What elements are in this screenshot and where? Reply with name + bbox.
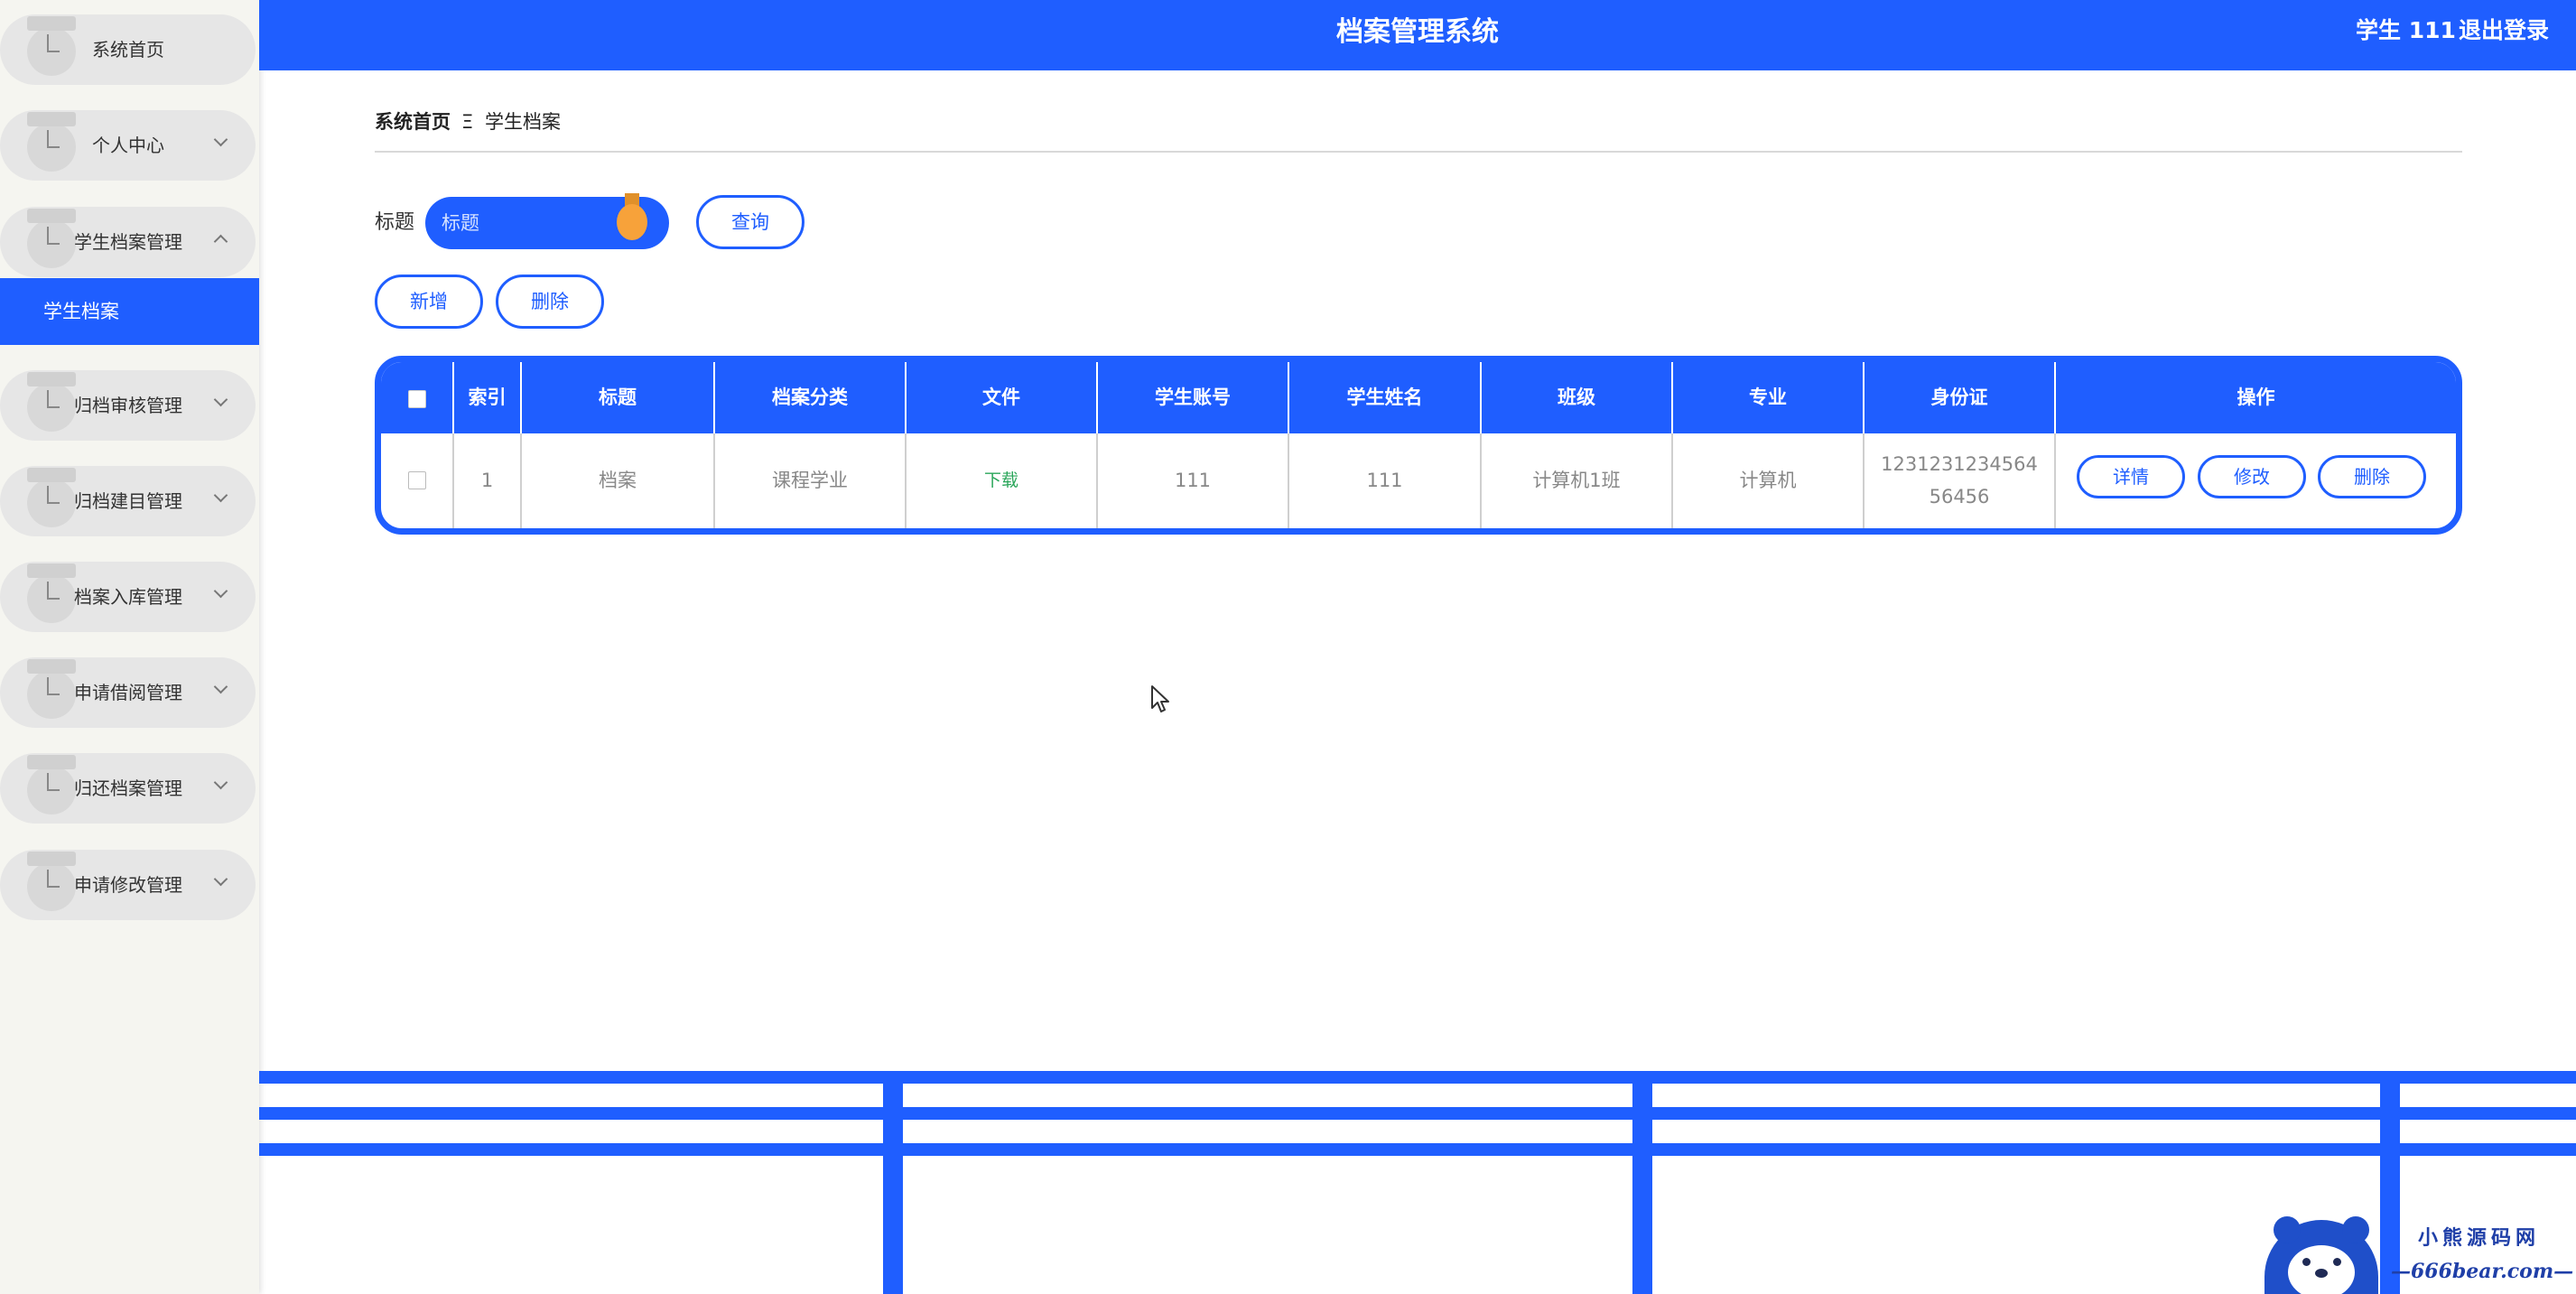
cell-account: 111 bbox=[1098, 433, 1289, 528]
watermark-url: —666bear.com— bbox=[2391, 1260, 2574, 1283]
folder-icon bbox=[27, 852, 76, 911]
header-name: 学生姓名 bbox=[1289, 362, 1482, 433]
bear-logo-icon bbox=[2264, 1216, 2378, 1294]
sidebar-item-archive-storage[interactable]: 档案入库管理 bbox=[0, 562, 256, 632]
medal-icon bbox=[614, 193, 650, 240]
sidebar-item-personal-center[interactable]: 个人中心 bbox=[0, 110, 256, 181]
header-id-card: 身份证 bbox=[1865, 362, 2056, 433]
row-select-cell bbox=[381, 433, 454, 528]
sidebar-item-label: 申请借阅管理 bbox=[74, 682, 182, 703]
breadcrumb-current: 学生档案 bbox=[485, 111, 561, 133]
breadcrumb-separator: Ξ bbox=[461, 111, 474, 133]
sidebar-item-home[interactable]: 系统首页 bbox=[0, 14, 256, 85]
chevron-up-icon bbox=[211, 228, 231, 248]
sidebar-item-modify-request[interactable]: 申请修改管理 bbox=[0, 850, 256, 920]
folder-icon bbox=[27, 468, 76, 527]
cell-name: 111 bbox=[1289, 433, 1482, 528]
header-major: 专业 bbox=[1673, 362, 1865, 433]
sidebar-item-return-archive[interactable]: 归还档案管理 bbox=[0, 753, 256, 824]
footer-bar bbox=[259, 1143, 2576, 1156]
sidebar-subitem-label: 学生档案 bbox=[43, 301, 119, 322]
chevron-down-icon bbox=[211, 488, 231, 507]
chevron-down-icon bbox=[211, 775, 231, 795]
folder-icon bbox=[27, 209, 76, 268]
query-button[interactable]: 查询 bbox=[696, 195, 804, 249]
table-row: 1 档案 课程学业 下载 111 111 计算机1班 计算机 123123123… bbox=[381, 433, 2456, 528]
footer-bar bbox=[259, 1071, 2576, 1084]
watermark-title: 小熊源码网 bbox=[2418, 1226, 2541, 1250]
chevron-down-icon bbox=[211, 583, 231, 603]
cell-operations: 详情 修改 删除 bbox=[2056, 433, 2456, 528]
folder-icon bbox=[27, 16, 76, 76]
download-link[interactable]: 下载 bbox=[907, 433, 1098, 528]
row-delete-button[interactable]: 删除 bbox=[2318, 455, 2426, 498]
logout-link[interactable]: 退出登录 bbox=[2459, 0, 2549, 61]
sidebar: 系统首页 个人中心 学生档案管理 学生档案 归档审核管理 归档建目管理 档案入库… bbox=[0, 0, 259, 1294]
sidebar-item-label: 系统首页 bbox=[92, 39, 164, 61]
sidebar-item-borrow-request[interactable]: 申请借阅管理 bbox=[0, 657, 256, 728]
sidebar-item-archive-catalog[interactable]: 归档建目管理 bbox=[0, 466, 256, 536]
header-category: 档案分类 bbox=[715, 362, 907, 433]
sidebar-item-label: 档案入库管理 bbox=[74, 586, 182, 608]
chevron-down-icon bbox=[211, 871, 231, 891]
watermark: 小熊源码网 —666bear.com— bbox=[2264, 1215, 2573, 1294]
cell-index: 1 bbox=[454, 433, 522, 528]
cell-id-card: 123123123456456456 bbox=[1865, 433, 2056, 528]
sidebar-item-label: 归档建目管理 bbox=[74, 490, 182, 512]
cell-title: 档案 bbox=[522, 433, 715, 528]
header-index: 索引 bbox=[454, 362, 522, 433]
chevron-down-icon bbox=[211, 392, 231, 412]
detail-button[interactable]: 详情 bbox=[2077, 455, 2185, 498]
sidebar-item-label: 申请修改管理 bbox=[74, 874, 182, 896]
sidebar-item-label: 个人中心 bbox=[92, 135, 164, 156]
folder-icon bbox=[27, 112, 76, 172]
add-button[interactable]: 新增 bbox=[375, 275, 483, 329]
cell-category: 课程学业 bbox=[715, 433, 907, 528]
top-header: 档案管理系统 学生 111 退出登录 bbox=[259, 0, 2576, 70]
sidebar-item-label: 归档审核管理 bbox=[74, 395, 182, 416]
app-title: 档案管理系统 bbox=[1336, 16, 1499, 48]
sidebar-item-archive-review[interactable]: 归档审核管理 bbox=[0, 370, 256, 441]
table-header: 索引 标题 档案分类 文件 学生账号 学生姓名 班级 专业 身份证 操作 bbox=[381, 362, 2456, 433]
header-class: 班级 bbox=[1482, 362, 1673, 433]
breadcrumb-home[interactable]: 系统首页 bbox=[375, 107, 451, 137]
current-user: 学生 111 bbox=[2356, 17, 2456, 43]
header-operations: 操作 bbox=[2237, 386, 2275, 408]
folder-icon bbox=[27, 563, 76, 623]
sidebar-item-label: 学生档案管理 bbox=[74, 231, 182, 253]
chevron-down-icon bbox=[211, 132, 231, 152]
cell-class: 计算机1班 bbox=[1482, 433, 1673, 528]
footer-post bbox=[1632, 1071, 1652, 1294]
row-checkbox[interactable] bbox=[408, 471, 426, 489]
chevron-down-icon bbox=[211, 679, 231, 699]
header-title: 标题 bbox=[522, 362, 715, 433]
folder-icon bbox=[27, 755, 76, 815]
search-label: 标题 bbox=[375, 211, 415, 234]
cursor-icon bbox=[1151, 685, 1169, 712]
header-file: 文件 bbox=[907, 362, 1098, 433]
batch-delete-button[interactable]: 删除 bbox=[496, 275, 604, 329]
edit-button[interactable]: 修改 bbox=[2198, 455, 2306, 498]
cell-major: 计算机 bbox=[1673, 433, 1865, 528]
folder-icon bbox=[27, 659, 76, 719]
footer-post bbox=[883, 1071, 903, 1294]
select-all-checkbox[interactable] bbox=[408, 390, 426, 408]
sidebar-item-label: 归还档案管理 bbox=[74, 777, 182, 799]
header-account: 学生账号 bbox=[1098, 362, 1289, 433]
breadcrumb-divider bbox=[375, 151, 2462, 153]
footer-bar bbox=[259, 1107, 2576, 1120]
archive-table: 索引 标题 档案分类 文件 学生账号 学生姓名 班级 专业 身份证 操作 1 档… bbox=[375, 356, 2462, 535]
sidebar-item-student-archive-mgmt[interactable]: 学生档案管理 bbox=[0, 207, 256, 277]
sidebar-subitem-student-archive[interactable]: 学生档案 bbox=[0, 278, 259, 345]
header-select-cell bbox=[381, 362, 454, 433]
folder-icon bbox=[27, 372, 76, 432]
